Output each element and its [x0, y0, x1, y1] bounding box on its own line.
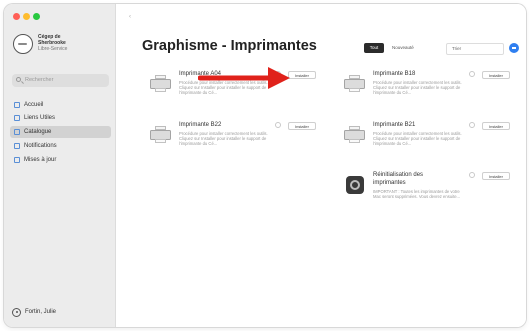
- card-description: IMPORTANT : Toutes les imprimantes de vo…: [373, 189, 461, 200]
- annotation-arrow-icon: [198, 67, 290, 89]
- link-icon: [14, 115, 20, 121]
- card-title-line: imprimantes: [373, 180, 406, 186]
- tab-new[interactable]: Nouveauté: [392, 45, 414, 50]
- screenshot-frame: Cégep de Sherbrooke Libre-Service Recher…: [0, 0, 530, 331]
- brand-line: Libre-Service: [38, 46, 68, 52]
- sidebar: Cégep de Sherbrooke Libre-Service Recher…: [4, 4, 116, 327]
- install-button[interactable]: Installer: [288, 71, 316, 79]
- info-icon[interactable]: [469, 71, 475, 77]
- user-avatar-icon: [12, 308, 21, 317]
- gear-icon: [350, 180, 360, 190]
- install-button[interactable]: Installer: [482, 122, 510, 130]
- sidebar-item-mises-a-jour[interactable]: Mises à jour: [10, 154, 111, 166]
- install-button[interactable]: Installer: [482, 172, 510, 180]
- card-description: Procédure pour installer correctement le…: [179, 131, 268, 147]
- main-content: ‹ Graphisme - Imprimantes Tout Nouveauté…: [116, 4, 526, 327]
- reset-printers-card: Réinitialisation des imprimantes IMPORTA…: [344, 172, 514, 232]
- search-field[interactable]: Rechercher: [12, 74, 109, 87]
- bell-icon: [14, 143, 20, 149]
- sort-order-button[interactable]: [509, 43, 519, 53]
- card-title: Imprimante B22: [179, 122, 222, 128]
- sort-value: Trier: [452, 46, 462, 51]
- home-icon: [14, 102, 20, 108]
- card-title: Imprimante B18: [373, 71, 416, 77]
- printer-card-b18: Imprimante B18 Procédure pour installer …: [344, 71, 514, 121]
- info-icon[interactable]: [469, 172, 475, 178]
- brand-text: Cégep de Sherbrooke Libre-Service: [38, 34, 110, 52]
- back-icon[interactable]: ‹: [129, 14, 131, 20]
- brand-logo-icon: [13, 34, 33, 54]
- printer-icon: [150, 75, 171, 92]
- printer-icon: [150, 126, 171, 143]
- printer-icon: [344, 75, 365, 92]
- sidebar-item-label: Catalogue: [24, 129, 52, 135]
- card-description: Procédure pour installer correctement le…: [373, 80, 462, 96]
- sidebar-item-label: Notifications: [24, 143, 57, 149]
- zoom-window-button[interactable]: [33, 13, 40, 20]
- sidebar-item-catalogue[interactable]: Catalogue: [10, 126, 111, 138]
- card-title-line: Réinitialisation des: [373, 172, 424, 178]
- app-window: Cégep de Sherbrooke Libre-Service Recher…: [4, 4, 526, 327]
- page-title: Graphisme - Imprimantes: [142, 38, 317, 54]
- install-button[interactable]: Installer: [482, 71, 510, 79]
- sidebar-item-label: Liens Utiles: [24, 115, 56, 121]
- install-button[interactable]: Installer: [288, 122, 316, 130]
- sidebar-item-liens-utiles[interactable]: Liens Utiles: [10, 112, 111, 124]
- brand: Cégep de Sherbrooke Libre-Service: [13, 31, 109, 57]
- sidebar-item-accueil[interactable]: Accueil: [10, 99, 111, 111]
- sidebar-item-label: Accueil: [24, 102, 44, 108]
- printer-card-b22: Imprimante B22 Procédure pour installer …: [150, 122, 320, 172]
- settings-app-icon: [346, 176, 364, 194]
- info-icon[interactable]: [469, 122, 475, 128]
- printer-card-b21: Imprimante B21 Procédure pour installer …: [344, 122, 514, 172]
- close-window-button[interactable]: [13, 13, 20, 20]
- sidebar-item-label: Mises à jour: [24, 157, 57, 163]
- card-description: Procédure pour installer correctement le…: [373, 131, 462, 147]
- minimize-window-button[interactable]: [23, 13, 30, 20]
- update-icon: [14, 157, 20, 163]
- user-account[interactable]: Fortin, Julie: [12, 308, 102, 319]
- printer-icon: [344, 126, 365, 143]
- sidebar-item-notifications[interactable]: Notifications: [10, 140, 111, 152]
- search-placeholder: Rechercher: [25, 77, 54, 83]
- info-icon[interactable]: [275, 122, 281, 128]
- tab-all[interactable]: Tout: [364, 43, 384, 53]
- card-title: Imprimante B21: [373, 122, 416, 128]
- grid-icon: [14, 129, 20, 135]
- user-name: Fortin, Julie: [25, 309, 57, 315]
- sort-dropdown[interactable]: Trier: [446, 43, 504, 55]
- search-icon: [16, 77, 21, 82]
